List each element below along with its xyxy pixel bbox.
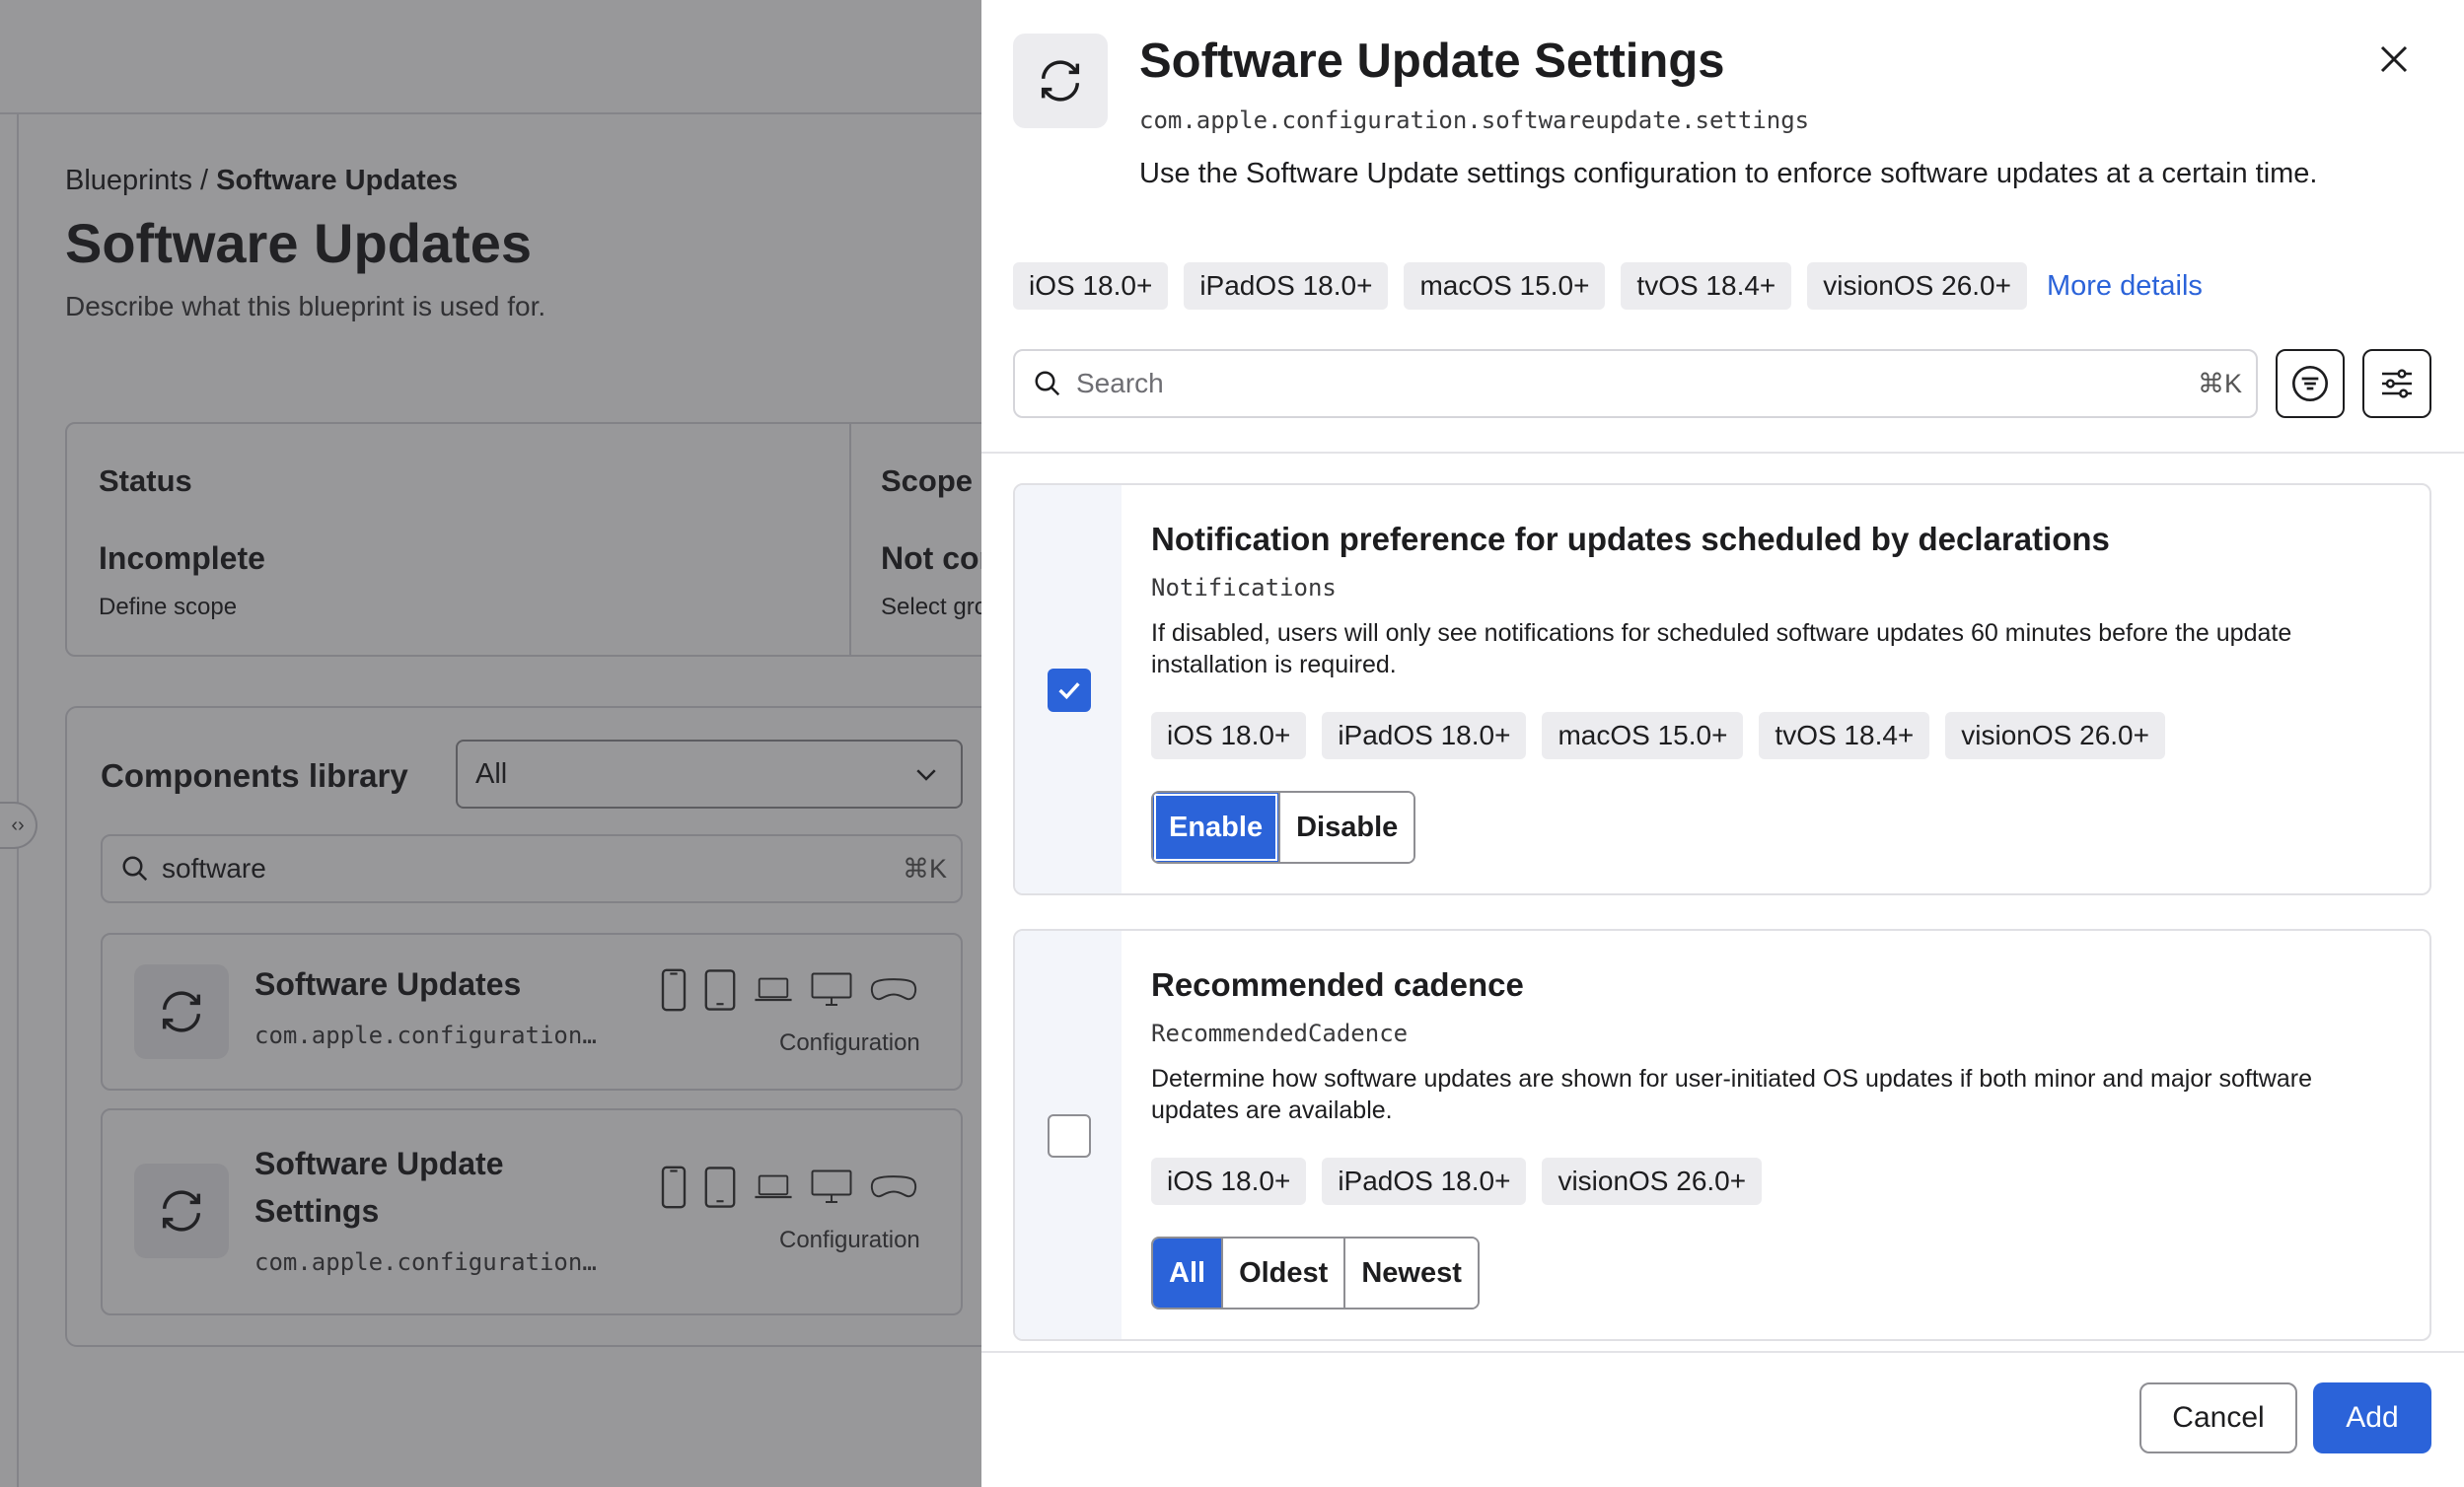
footer-divider	[981, 1351, 2464, 1353]
platform-chip: iOS 18.0+	[1151, 712, 1307, 759]
enable-option[interactable]: Enable	[1153, 793, 1282, 862]
oldest-option[interactable]: Oldest	[1221, 1239, 1344, 1308]
drawer-description: Use the Software Update settings configu…	[1139, 158, 2318, 189]
platform-chip: macOS 15.0+	[1542, 712, 1744, 759]
search-placeholder: Search	[1076, 368, 1164, 398]
modal-overlay[interactable]	[0, 0, 981, 1487]
close-icon	[2380, 45, 2408, 73]
filter-icon	[2292, 366, 2328, 401]
platform-chip: iOS 18.0+	[1151, 1158, 1307, 1205]
notifications-toggle: Enable Disable	[1151, 791, 1416, 864]
settings-drawer: Software Update Settings com.apple.confi…	[981, 0, 2464, 1487]
platform-chip: iPadOS 18.0+	[1322, 712, 1527, 759]
setting-checkbox[interactable]	[1048, 1114, 1091, 1158]
platform-chip: iOS 18.0+	[1013, 262, 1169, 310]
platform-chip: tvOS 18.4+	[1759, 712, 1930, 759]
setting-title: Notification preference for updates sche…	[1151, 521, 2110, 557]
setting-description: If disabled, users will only see notific…	[1151, 619, 2292, 678]
setting-recommended-cadence: Recommended cadence RecommendedCadence D…	[1013, 929, 2431, 1341]
search-shortcut: ⌘K	[2197, 368, 2242, 398]
drawer-title: Software Update Settings	[1139, 35, 1725, 88]
setting-checkbox[interactable]	[1048, 669, 1091, 712]
platform-chips: iOS 18.0+ iPadOS 18.0+ macOS 15.0+ tvOS …	[1013, 262, 2203, 310]
cancel-button[interactable]: Cancel	[2139, 1382, 2297, 1453]
newest-option[interactable]: Newest	[1343, 1239, 1478, 1308]
filter-button[interactable]	[2276, 349, 2345, 418]
platform-chip: visionOS 26.0+	[1542, 1158, 1763, 1205]
setting-platform-chips: iOS 18.0+ iPadOS 18.0+ visionOS 26.0+	[1151, 1158, 1763, 1205]
display-settings-button[interactable]	[2362, 349, 2431, 418]
settings-search-input[interactable]: Search ⌘K	[1013, 349, 2258, 418]
platform-chip: tvOS 18.4+	[1621, 262, 1792, 310]
drawer-identifier: com.apple.configuration.softwareupdate.s…	[1139, 106, 1810, 134]
close-button[interactable]	[2370, 35, 2418, 83]
all-option[interactable]: All	[1153, 1239, 1222, 1308]
setting-platform-chips: iOS 18.0+ iPadOS 18.0+ macOS 15.0+ tvOS …	[1151, 712, 2165, 759]
disable-option[interactable]: Disable	[1278, 793, 1414, 862]
setting-notifications: Notification preference for updates sche…	[1013, 483, 2431, 895]
platform-chip: iPadOS 18.0+	[1184, 262, 1389, 310]
setting-description: Determine how software updates are shown…	[1151, 1065, 2312, 1124]
platform-chip: visionOS 26.0+	[1945, 712, 2165, 759]
platform-chip: visionOS 26.0+	[1807, 262, 2027, 310]
sync-icon	[1013, 34, 1108, 128]
search-icon	[1035, 371, 1060, 396]
more-details-link[interactable]: More details	[2047, 270, 2203, 303]
divider	[981, 452, 2464, 454]
platform-chip: iPadOS 18.0+	[1322, 1158, 1527, 1205]
setting-key: RecommendedCadence	[1151, 1020, 1409, 1047]
platform-chip: macOS 15.0+	[1404, 262, 1606, 310]
setting-key: Notifications	[1151, 574, 1337, 602]
sliders-icon	[2382, 369, 2412, 398]
add-button[interactable]: Add	[2313, 1382, 2431, 1453]
checkmark-icon	[1058, 682, 1080, 700]
cadence-segmented-control: All Oldest Newest	[1151, 1237, 1480, 1310]
blueprint-page: ‹› Blueprints / Software Updates Softwar…	[0, 0, 981, 1487]
setting-title: Recommended cadence	[1151, 966, 1524, 1003]
